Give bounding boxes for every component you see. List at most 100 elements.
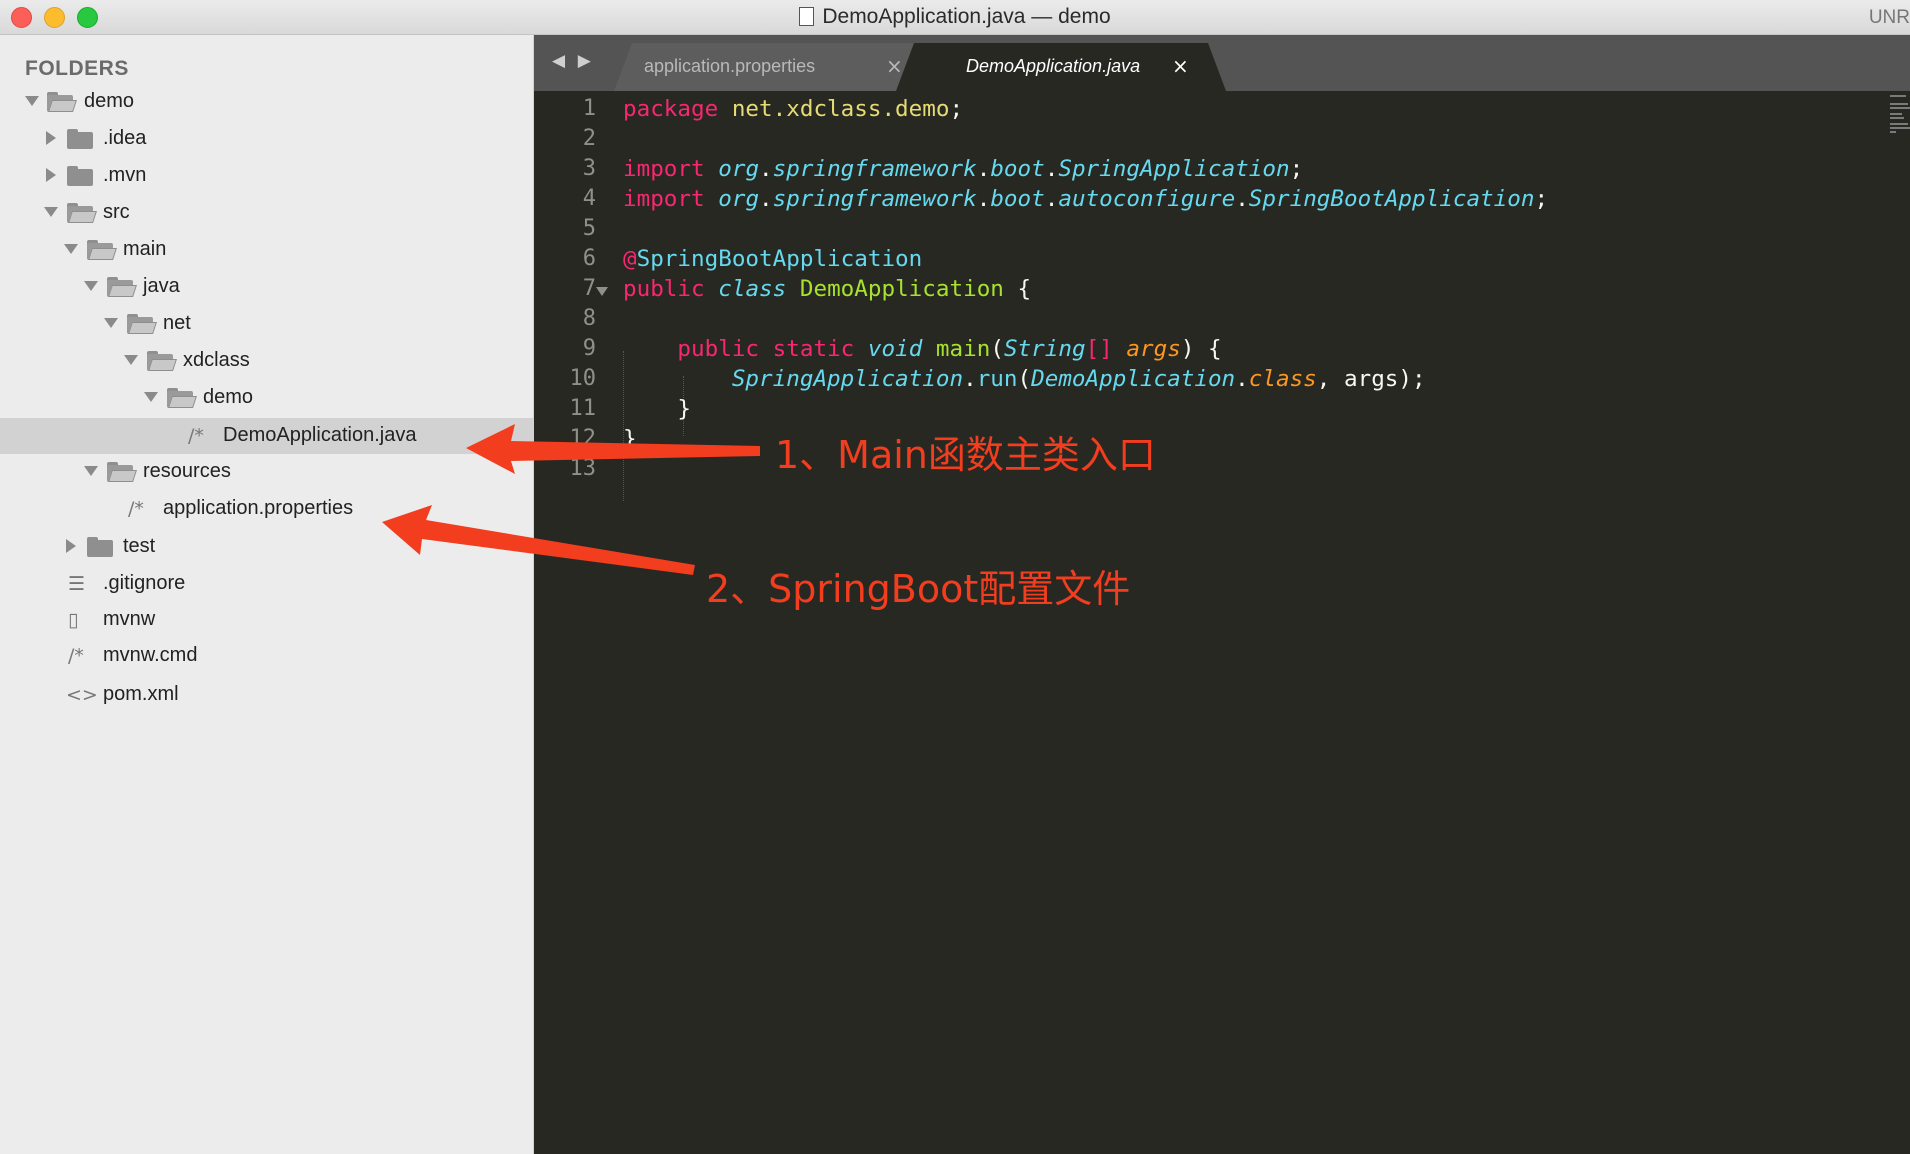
window-title: DemoApplication.java — demo (0, 5, 1910, 29)
text-lines-icon: ☰ (68, 573, 86, 595)
tree-item-label: demo (84, 90, 135, 112)
line-number: 5 (582, 216, 596, 241)
code-token: } (623, 426, 637, 452)
minimap[interactable] (1888, 91, 1910, 171)
tree-item-label: mvnw.cmd (103, 644, 198, 666)
line-number: 9 (582, 336, 596, 361)
code-token: ; (949, 96, 964, 122)
disclosure-arrow-down-icon[interactable] (124, 355, 138, 365)
code-token: net.xdclass.demo (731, 96, 950, 122)
title-bar-right-text: UNR (1868, 7, 1910, 28)
code-token: DemoApplication (799, 276, 1004, 302)
code-token: springframework (772, 156, 977, 182)
code-token: ( (1017, 366, 1032, 392)
code-token: autoconfigure (1058, 186, 1236, 212)
code-token: main (935, 336, 991, 362)
code-token: . (759, 186, 773, 212)
code-token: DemoApplication (1031, 366, 1236, 392)
disclosure-arrow-down-icon[interactable] (25, 96, 39, 106)
tree-item-label: src (103, 201, 130, 223)
code-line: 9 public static void main(String[] args)… (534, 335, 1910, 365)
code-token: import (623, 156, 705, 182)
line-number: 4 (582, 186, 596, 211)
disclosure-arrow-right-icon[interactable] (46, 168, 56, 182)
disclosure-arrow-down-icon[interactable] (64, 244, 78, 254)
tree-item-pom-xml[interactable]: <> pom.xml (0, 677, 533, 713)
tree-item-src[interactable]: src (0, 195, 533, 231)
code-line: 10 SpringApplication.run(DemoApplication… (534, 365, 1910, 395)
code-token: void (867, 336, 923, 362)
close-tab-icon[interactable]: × (1172, 54, 1189, 78)
sidebar-header: FOLDERS (25, 57, 129, 80)
code-token: . (759, 156, 773, 182)
disclosure-arrow-right-icon[interactable] (66, 539, 76, 553)
code-line: 7 public class DemoApplication { (534, 275, 1910, 305)
code-area[interactable]: 1 package net.xdclass.demo; 2 3 import o… (534, 91, 1910, 1154)
code-token: springframework (772, 186, 977, 212)
code-token: . (976, 186, 991, 212)
document-icon (799, 7, 815, 26)
tree-item-mvn[interactable]: .mvn (0, 158, 533, 194)
fold-arrow-icon[interactable] (596, 287, 608, 296)
code-token: SpringBootApplication (1248, 186, 1535, 212)
tree-item-mvnw-cmd[interactable]: /* mvnw.cmd (0, 638, 533, 674)
code-token: SpringBootApplication (636, 246, 923, 272)
disclosure-arrow-down-icon[interactable] (84, 281, 98, 291)
tree-item-resources[interactable]: resources (0, 454, 533, 490)
code-token: String (1003, 336, 1086, 362)
tree-item-gitignore[interactable]: ☰ .gitignore (0, 566, 533, 602)
code-token: boot (990, 186, 1045, 212)
comment-file-icon: /* (128, 498, 144, 520)
tree-item-idea[interactable]: .idea (0, 121, 533, 157)
code-line: 3 import org.springframework.boot.Spring… (534, 155, 1910, 185)
disclosure-arrow-down-icon[interactable] (84, 466, 98, 476)
tree-item-java[interactable]: java (0, 269, 533, 305)
tree-item-label: resources (143, 460, 231, 482)
tree-item-label: main (123, 238, 167, 260)
tree-item-demo[interactable]: demo (0, 84, 533, 120)
code-token: . (1044, 186, 1059, 212)
tree-item-net[interactable]: net (0, 306, 533, 342)
disclosure-arrow-right-icon[interactable] (46, 131, 56, 145)
line-number: 1 (582, 96, 596, 121)
tree-item-mvnw[interactable]: ▯ mvnw (0, 602, 533, 638)
tree-item-xdclass[interactable]: xdclass (0, 343, 533, 379)
tree-item-main[interactable]: main (0, 232, 533, 268)
code-token: org (718, 156, 760, 182)
comment-file-icon: /* (188, 425, 204, 447)
tab-label: application.properties (644, 56, 816, 76)
tree-item-label: demo (203, 386, 254, 408)
tree-item-label: .idea (103, 127, 147, 149)
code-line: 6 @SpringBootApplication (534, 245, 1910, 275)
tab-demoapplication-java[interactable]: DemoApplication.java × (896, 43, 1226, 91)
code-token: . (1044, 156, 1059, 182)
code-token: static (772, 336, 855, 362)
code-token: SpringApplication (1058, 156, 1290, 182)
code-token: class (718, 276, 787, 302)
line-number: 10 (569, 366, 597, 391)
code-token: SpringApplication (731, 366, 964, 392)
disclosure-arrow-down-icon[interactable] (104, 318, 118, 328)
disclosure-arrow-down-icon[interactable] (44, 207, 58, 217)
line-number: 3 (582, 156, 596, 181)
tab-nav-arrows-icon[interactable]: ◀ ▶ (552, 51, 595, 71)
code-line: 1 package net.xdclass.demo; (534, 95, 1910, 125)
code-token: ; (1289, 156, 1304, 182)
disclosure-arrow-down-icon[interactable] (144, 392, 158, 402)
tree-item-application-properties[interactable]: /* application.properties (0, 491, 533, 527)
tree-item-label: pom.xml (103, 683, 179, 705)
tree-item-demo-package[interactable]: demo (0, 380, 533, 416)
comment-file-icon: /* (68, 645, 84, 667)
folder-icon (67, 129, 93, 149)
code-token: { (1003, 276, 1032, 302)
line-number: 11 (569, 396, 597, 421)
tree-item-label: .mvn (103, 164, 147, 186)
tree-item-demoapplication-java[interactable]: /* DemoApplication.java (0, 418, 533, 454)
tree-item-test[interactable]: test (0, 529, 533, 565)
